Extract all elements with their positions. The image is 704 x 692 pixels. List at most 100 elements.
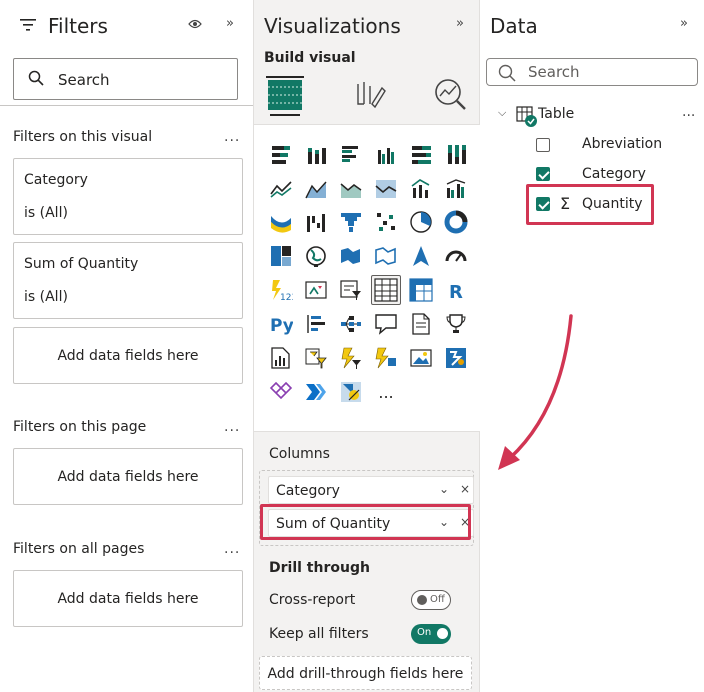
field-checkbox-abreviation[interactable]: [536, 138, 550, 152]
kpi-icon[interactable]: [301, 275, 331, 305]
add-data-fields-label: Add data fields here: [57, 591, 199, 607]
map-icon[interactable]: [301, 241, 331, 271]
toggle-state: Off: [430, 594, 445, 605]
line-and-stacked-column-icon[interactable]: [406, 173, 436, 203]
collapse-visualizations-button[interactable]: »: [456, 16, 464, 31]
qa-icon[interactable]: [371, 309, 401, 339]
svg-text:R: R: [449, 282, 463, 302]
build-visual-tab[interactable]: [266, 74, 306, 114]
table-icon[interactable]: [371, 275, 401, 305]
analytics-tab[interactable]: [430, 74, 470, 114]
image-icon[interactable]: [406, 343, 436, 373]
power-automate-icon[interactable]: [371, 343, 401, 373]
area-chart-icon[interactable]: [301, 173, 331, 203]
stacked-bar-chart-icon[interactable]: [266, 139, 296, 169]
filter-field-name: Category: [24, 172, 88, 188]
more-options-button[interactable]: ...: [224, 129, 240, 145]
azure-map-icon[interactable]: [406, 241, 436, 271]
cross-report-toggle[interactable]: Off: [411, 590, 451, 610]
filter-card-sum-of-quantity[interactable]: Sum of Quantity is (All): [13, 242, 243, 319]
scatter-chart-icon[interactable]: [371, 207, 401, 237]
custom-visual-icon[interactable]: [336, 377, 366, 407]
field-pill-label: Category: [276, 483, 340, 499]
close-icon[interactable]: ×: [460, 482, 470, 496]
filters-search-input[interactable]: Search: [13, 58, 238, 100]
add-drill-through-fields[interactable]: Add drill-through fields here: [259, 656, 472, 690]
chevron-down-icon[interactable]: ⌄: [439, 482, 449, 496]
slicer-icon[interactable]: [336, 275, 366, 305]
treemap-icon[interactable]: [266, 241, 296, 271]
python-visual-icon[interactable]: Py: [266, 309, 296, 339]
arcgis-icon[interactable]: [441, 343, 471, 373]
waterfall-chart-icon[interactable]: [301, 207, 331, 237]
toggle-state: On: [417, 627, 432, 638]
more-options-button[interactable]: ...: [224, 541, 240, 557]
filters-pane: Filters » Search Filters on this visual …: [0, 0, 254, 692]
collapse-data-button[interactable]: »: [680, 16, 688, 31]
stacked-column-chart-icon[interactable]: [301, 139, 331, 169]
100-stacked-column-chart-icon[interactable]: [441, 139, 471, 169]
filled-map-icon[interactable]: [336, 241, 366, 271]
visual-gallery: 123 R Py...: [254, 124, 480, 432]
line-chart-icon[interactable]: [266, 173, 296, 203]
field-name[interactable]: Quantity: [582, 196, 643, 212]
gauge-icon[interactable]: [441, 241, 471, 271]
add-data-fields-visual[interactable]: Add data fields here: [13, 327, 243, 384]
collapse-filters-button[interactable]: »: [226, 16, 234, 31]
clustered-bar-chart-icon[interactable]: [336, 139, 366, 169]
funnel-chart-icon[interactable]: [336, 207, 366, 237]
filters-on-all-pages-label: Filters on all pages: [13, 541, 145, 557]
stacked-area-chart-icon[interactable]: [336, 173, 366, 203]
field-name[interactable]: Abreviation: [582, 136, 662, 152]
more-options-button[interactable]: ...: [224, 419, 240, 435]
field-checkbox-category[interactable]: [536, 167, 550, 181]
100-stacked-area-chart-icon[interactable]: [371, 173, 401, 203]
decomposition-tree-icon[interactable]: [336, 309, 366, 339]
filters-on-visual-label: Filters on this visual: [13, 129, 153, 145]
metrics-icon[interactable]: [441, 309, 471, 339]
chevron-down-icon[interactable]: ⌵: [498, 106, 506, 120]
sigma-icon: Σ: [560, 194, 571, 213]
smart-narrative-icon[interactable]: [406, 309, 436, 339]
keep-all-filters-toggle[interactable]: On: [411, 624, 451, 644]
power-automate-flow-icon[interactable]: [301, 377, 331, 407]
columns-well[interactable]: Category ⌄ × Sum of Quantity ⌄ ×: [259, 470, 474, 546]
filter-lines-icon: [20, 19, 36, 31]
field-pill-category[interactable]: Category ⌄ ×: [268, 476, 474, 504]
more-visuals-icon[interactable]: ...: [371, 377, 401, 407]
shape-map-icon[interactable]: [371, 241, 401, 271]
appsource-icon[interactable]: [266, 377, 296, 407]
eye-icon[interactable]: [188, 18, 202, 30]
donut-chart-icon[interactable]: [441, 207, 471, 237]
field-name[interactable]: Category: [582, 166, 646, 182]
pie-chart-icon[interactable]: [406, 207, 436, 237]
line-and-clustered-column-icon[interactable]: [441, 173, 471, 203]
matrix-icon[interactable]: [406, 275, 436, 305]
add-data-fields-all-pages[interactable]: Add data fields here: [13, 570, 243, 627]
field-checkbox-quantity[interactable]: [536, 197, 550, 211]
paginated-report-icon[interactable]: [266, 343, 296, 373]
visualizations-title: Visualizations: [264, 14, 401, 38]
more-options-button[interactable]: ...: [682, 104, 695, 120]
table-name[interactable]: Table: [538, 106, 574, 122]
key-influencers-icon[interactable]: [301, 309, 331, 339]
data-title: Data: [490, 14, 538, 38]
build-visual-label: Build visual: [264, 50, 356, 66]
data-search-input[interactable]: Search: [486, 58, 698, 86]
chevron-down-icon[interactable]: ⌄: [439, 515, 449, 529]
button-slicer-icon[interactable]: [301, 343, 331, 373]
powerapps-icon[interactable]: [336, 343, 366, 373]
close-icon[interactable]: ×: [460, 515, 470, 529]
card-icon[interactable]: 123: [266, 275, 296, 305]
field-pill-sum-of-quantity[interactable]: Sum of Quantity ⌄ ×: [268, 509, 474, 537]
clustered-column-chart-icon[interactable]: [371, 139, 401, 169]
format-visual-tab[interactable]: [350, 74, 390, 114]
add-data-fields-page[interactable]: Add data fields here: [13, 448, 243, 505]
add-data-fields-label: Add data fields here: [57, 348, 199, 364]
filter-condition: is (All): [24, 289, 68, 305]
ribbon-chart-icon[interactable]: [266, 207, 296, 237]
100-stacked-bar-chart-icon[interactable]: [406, 139, 436, 169]
filter-card-category[interactable]: Category is (All): [13, 158, 243, 235]
r-script-visual-icon[interactable]: R: [441, 275, 471, 305]
svg-text:Py: Py: [270, 316, 293, 336]
